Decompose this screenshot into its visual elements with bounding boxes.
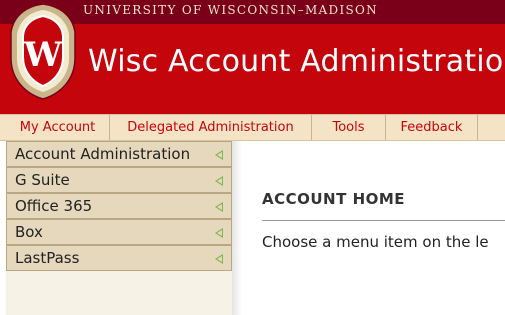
university-name: UNIVERSITY OF WISCONSIN–MADISON bbox=[83, 3, 378, 17]
sidebar-item-label: LastPass bbox=[15, 249, 80, 267]
page-title: ACCOUNT HOME bbox=[262, 190, 406, 208]
sidebar-item-g-suite[interactable]: G Suite bbox=[6, 167, 232, 193]
expand-arrow-icon bbox=[215, 202, 223, 212]
expand-arrow-icon bbox=[215, 228, 223, 238]
sidebar-item-box[interactable]: Box bbox=[6, 219, 232, 245]
expand-arrow-icon bbox=[215, 254, 223, 264]
tab-delegated-administration[interactable]: Delegated Administration bbox=[110, 115, 312, 140]
tab-feedback[interactable]: Feedback bbox=[386, 115, 478, 140]
tab-my-account[interactable]: My Account bbox=[6, 115, 110, 140]
sidebar-item-label: Office 365 bbox=[15, 197, 93, 215]
sidebar-item-account-administration[interactable]: Account Administration bbox=[6, 141, 232, 167]
top-nav: My Account Delegated Administration Tool… bbox=[0, 114, 505, 141]
crest-letter: W bbox=[23, 35, 63, 75]
expand-arrow-icon bbox=[215, 176, 223, 186]
sidebar-item-label: Box bbox=[15, 223, 43, 241]
tab-tools[interactable]: Tools bbox=[312, 115, 386, 140]
sidebar-item-label: G Suite bbox=[15, 171, 70, 189]
sidebar-item-office-365[interactable]: Office 365 bbox=[6, 193, 232, 219]
sidebar-item-label: Account Administration bbox=[15, 145, 191, 163]
sidebar-shadow bbox=[232, 141, 242, 315]
app-title: Wisc Account Administration bbox=[88, 44, 505, 79]
intro-text: Choose a menu item on the le bbox=[262, 233, 489, 251]
expand-arrow-icon bbox=[215, 150, 223, 160]
title-divider bbox=[262, 220, 505, 221]
sidebar-item-lastpass[interactable]: LastPass bbox=[6, 245, 232, 271]
uw-crest-icon: W bbox=[10, 3, 76, 100]
sidebar-menu: Account Administration G Suite Office 36… bbox=[6, 141, 232, 315]
